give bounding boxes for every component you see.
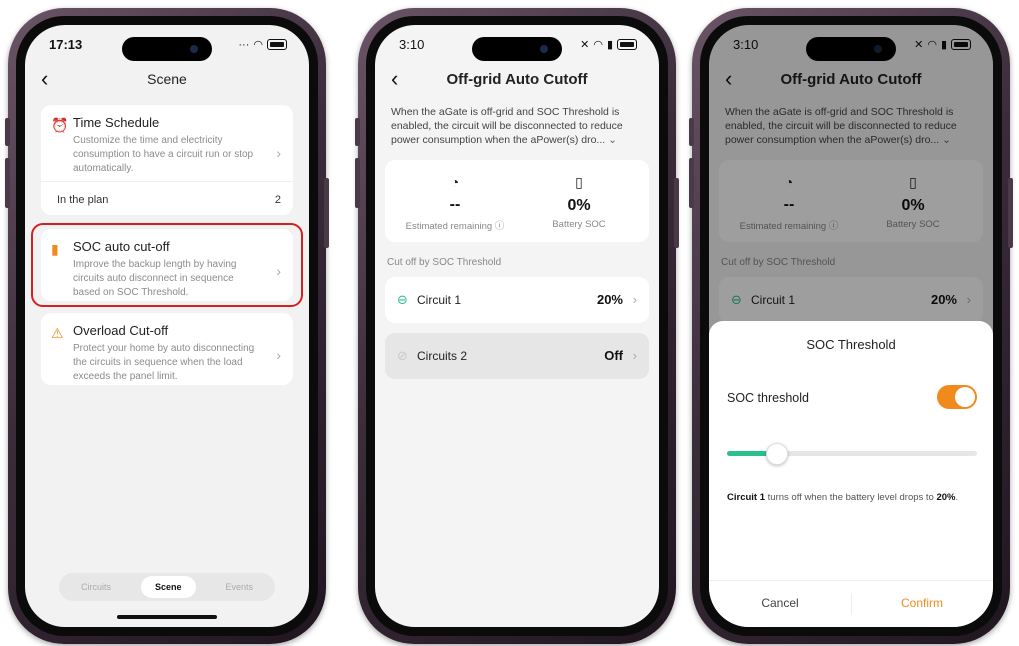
intro-body: When the aGate is off-grid and SOC Thres… [391, 106, 623, 146]
battery-stat: ▯ 0% Battery SOC [519, 174, 639, 230]
tab-bar: Circuits Scene Events [59, 573, 275, 601]
plan-row[interactable]: In the plan 2 [41, 181, 293, 216]
nav-bar: ‹ Scene [25, 67, 309, 93]
card-title: Time Schedule [73, 115, 160, 130]
time-schedule-card[interactable]: ⏰ Time Schedule Customize the time and e… [41, 105, 293, 215]
screen-cutoff: 3:10 ✕ ◠ ▮ ‹ Off-grid Auto Cutoff When t… [375, 25, 659, 627]
circuit-row-1[interactable]: ⊖ Circuit 1 20% › [385, 277, 649, 323]
card-description: Customize the time and electricity consu… [73, 135, 254, 174]
toggle-label: SOC threshold [727, 391, 809, 405]
battery-icon: ▯ [575, 174, 583, 190]
status-icons: ✕ ◠ ▮ [580, 38, 637, 51]
side-button [355, 118, 360, 146]
phone-cutoff: 3:10 ✕ ◠ ▮ ‹ Off-grid Auto Cutoff When t… [355, 8, 679, 644]
battery-label: Battery SOC [552, 219, 606, 230]
note-end: . [955, 492, 959, 503]
side-button [355, 158, 360, 208]
soc-threshold-slider[interactable] [727, 443, 977, 465]
side-button [674, 178, 679, 248]
info-icon[interactable]: ⓘ [495, 221, 505, 232]
stats-card: ◔ -- Estimated remaining ⓘ ▯ 0% Battery … [385, 160, 649, 242]
section-label: Cut off by SOC Threshold [387, 257, 502, 268]
clock-icon: ⏰ [51, 117, 69, 133]
side-button [689, 118, 694, 146]
side-button [5, 158, 10, 208]
dynamic-island [472, 37, 562, 61]
note-text: turns off when the battery level drops t… [765, 492, 937, 503]
chevron-right-icon: › [632, 348, 637, 363]
card-title: Overload Cut-off [73, 323, 169, 338]
overload-card[interactable]: ⚠ Overload Cut-off Protect your home by … [41, 313, 293, 385]
unlink-icon: ⊘ [397, 348, 408, 363]
phone-scene: 17:13 ··· ◠ ‹ Scene ⏰ Time Schedule Cust… [5, 8, 329, 644]
side-button [689, 158, 694, 208]
mute-icon: ✕ [580, 39, 590, 51]
side-button [324, 178, 329, 248]
status-time: 3:10 [399, 37, 425, 52]
sheet-actions: Cancel Confirm [709, 580, 993, 627]
wifi-icon: ◠ [253, 39, 263, 51]
page-title: Off-grid Auto Cutoff [446, 71, 588, 88]
soc-threshold-sheet: SOC Threshold SOC threshold Circuit 1 tu… [709, 321, 993, 627]
plan-label: In the plan [57, 194, 109, 206]
circuit-value: 20% [596, 292, 623, 307]
chevron-down-icon[interactable]: ⌄ [608, 134, 617, 146]
card-description: Protect your home by auto disconnecting … [73, 343, 255, 382]
dynamic-island [122, 37, 212, 61]
chevron-right-icon: › [276, 145, 281, 161]
side-button [5, 118, 10, 146]
slider-thumb[interactable] [766, 443, 788, 465]
estimated-value: -- [449, 196, 461, 213]
circuit-row-2[interactable]: ⊘ Circuits 2 Off › [385, 333, 649, 379]
highlight-box [31, 223, 303, 307]
page-title: Scene [147, 71, 187, 87]
threshold-note: Circuit 1 turns off when the battery lev… [727, 491, 977, 504]
battery-icon [617, 39, 637, 50]
estimated-label: Estimated remaining ⓘ [405, 221, 505, 232]
wifi-icon: ◠ [593, 39, 603, 51]
tab-events[interactable]: Events [211, 576, 267, 598]
link-icon: ⊖ [397, 292, 408, 307]
tab-scene[interactable]: Scene [140, 576, 196, 598]
home-indicator [117, 615, 217, 619]
chevron-right-icon: › [632, 292, 637, 307]
nav-bar: ‹ Off-grid Auto Cutoff [375, 67, 659, 93]
estimated-stat: ◔ -- Estimated remaining ⓘ [395, 174, 515, 232]
chevron-right-icon: › [276, 347, 281, 363]
overload-icon: ⚠ [51, 325, 64, 341]
intro-text[interactable]: When the aGate is off-grid and SOC Thres… [391, 105, 643, 147]
cancel-button[interactable]: Cancel [709, 596, 851, 610]
sheet-title: SOC Threshold [806, 337, 896, 352]
confirm-button[interactable]: Confirm [851, 596, 993, 610]
phone-sheet: 3:10 ✕ ◠ ▮ ‹ Off-grid Auto Cutoff When t… [689, 8, 1013, 644]
soc-threshold-toggle[interactable] [937, 385, 977, 409]
circuit-value: Off [604, 348, 623, 363]
side-button [1008, 178, 1013, 248]
battery-value: 0% [567, 197, 591, 214]
circuit-name: Circuit 1 [417, 293, 462, 307]
signal-icon: ▮ [606, 39, 613, 51]
status-icons: ··· ◠ [238, 38, 287, 51]
status-time: 17:13 [49, 37, 83, 52]
timer-icon: ◔ [450, 174, 460, 190]
signal-icon: ··· [238, 38, 250, 51]
screen-scene: 17:13 ··· ◠ ‹ Scene ⏰ Time Schedule Cust… [25, 25, 309, 627]
screen-sheet: 3:10 ✕ ◠ ▮ ‹ Off-grid Auto Cutoff When t… [709, 25, 993, 627]
plan-count: 2 [274, 194, 281, 206]
battery-icon [267, 39, 287, 50]
tab-circuits[interactable]: Circuits [67, 576, 125, 598]
circuit-name: Circuits 2 [417, 349, 468, 363]
note-value: 20% [936, 492, 956, 503]
note-circuit: Circuit 1 [727, 492, 766, 503]
